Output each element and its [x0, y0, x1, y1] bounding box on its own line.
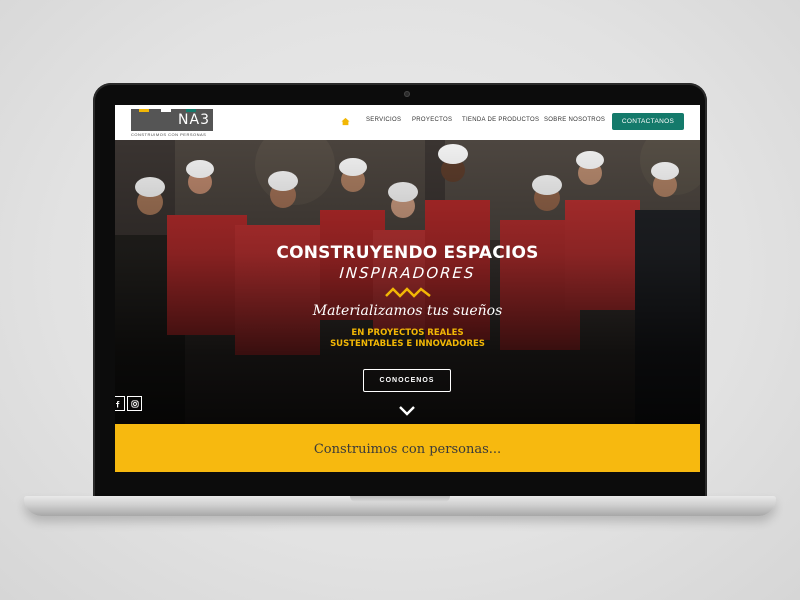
chevron-down-icon[interactable] — [398, 405, 416, 416]
home-icon[interactable] — [341, 117, 350, 126]
hero-highlight: EN PROYECTOS REALES SUSTENTABLES E INNOV… — [115, 328, 700, 350]
hero-tagline: Materializamos tus sueños — [312, 303, 503, 319]
logo-tagline: CONSTRUIMOS CON PERSONAS — [131, 132, 207, 137]
laptop-notch — [350, 496, 450, 502]
laptop-screen: NA3 CONSTRUIMOS CON PERSONAS SERVICIOS P… — [115, 105, 700, 472]
logo-block: NA3 — [131, 109, 213, 131]
hero-subtitle: INSPIRADORES — [338, 264, 477, 282]
logo-text: NA3 — [178, 112, 210, 128]
webcam — [404, 91, 410, 97]
logo-accent-white — [161, 109, 171, 112]
site-header: NA3 CONSTRUIMOS CON PERSONAS SERVICIOS P… — [115, 105, 700, 140]
nav-item-servicios[interactable]: SERVICIOS — [366, 117, 401, 123]
site-logo[interactable]: NA3 CONSTRUIMOS CON PERSONAS — [131, 109, 215, 137]
logo-accent-yellow — [139, 109, 149, 112]
contact-button[interactable]: CONTACTANOS — [612, 113, 684, 130]
hero-title: CONSTRUYENDO ESPACIOS — [276, 243, 539, 263]
zigzag-divider-icon — [385, 287, 431, 298]
hero-section: CONSTRUYENDO ESPACIOS INSPIRADORES Mater… — [115, 140, 700, 424]
hero-highlight-line-1: EN PROYECTOS REALES — [351, 328, 464, 338]
nav-item-tienda[interactable]: TIENDA DE PRODUCTOS — [462, 117, 539, 123]
nav-item-proyectos[interactable]: PROYECTOS — [412, 117, 452, 123]
facebook-icon[interactable] — [115, 396, 125, 411]
slogan-text: Construimos con personas... — [313, 442, 502, 457]
slogan-band: Construimos con personas... — [115, 424, 700, 472]
hero-highlight-line-2: SUSTENTABLES E INNOVADORES — [330, 339, 485, 349]
nav-item-sobre-nosotros[interactable]: SOBRE NOSOTROS — [544, 117, 605, 123]
instagram-icon[interactable] — [127, 396, 142, 411]
conocenos-button[interactable]: CONOCENOS — [363, 369, 451, 392]
